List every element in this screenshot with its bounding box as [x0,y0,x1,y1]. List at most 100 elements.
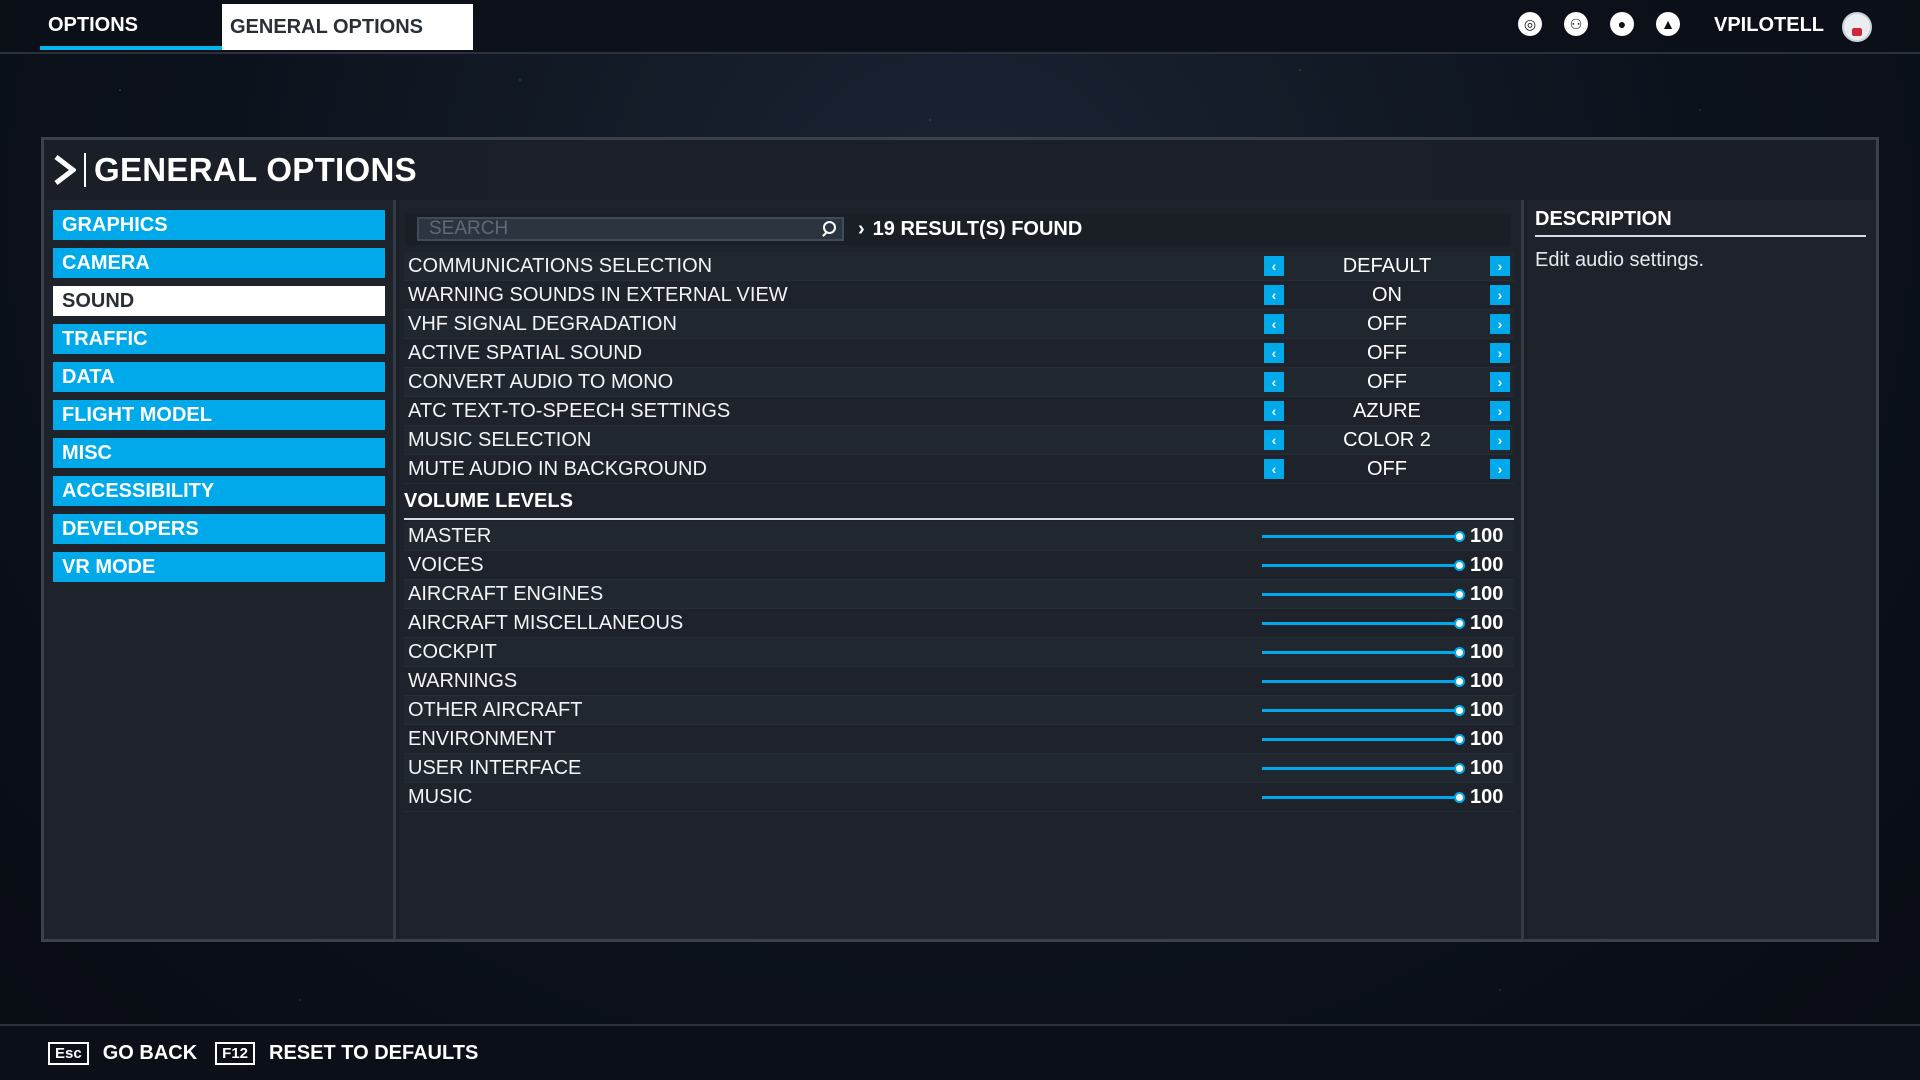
chevron-right-icon[interactable]: › [1490,372,1510,392]
section-title-volume: VOLUME LEVELS [404,484,1514,520]
setting-row[interactable]: COMMUNICATIONS SELECTION ‹ DEFAULT › [404,252,1514,281]
setting-selector: ‹ OFF › [1264,371,1510,394]
header-divider [84,153,86,187]
volume-row[interactable]: AIRCRAFT MISCELLANEOUS 100 [404,609,1514,638]
volume-slider[interactable] [1262,588,1465,600]
top-bar: OPTIONS GENERAL OPTIONS ◎ ⚇ ● ▲ VPILOTEL… [0,0,1920,54]
results-chevron-icon: › [858,217,865,240]
volume-slider[interactable] [1262,704,1465,716]
setting-row[interactable]: CONVERT AUDIO TO MONO ‹ OFF › [404,368,1514,397]
volume-row[interactable]: OTHER AIRCRAFT 100 [404,696,1514,725]
key-f12[interactable]: F12 [215,1041,256,1065]
profile-icon[interactable]: ● [1610,12,1634,36]
search-box[interactable] [417,217,844,241]
chevron-left-icon[interactable]: ‹ [1264,314,1284,334]
category-graphics[interactable]: GRAPHICS [53,210,385,240]
category-camera[interactable]: CAMERA [53,248,385,278]
category-flight-model[interactable]: FLIGHT MODEL [53,400,385,430]
slider-handle[interactable] [1454,530,1465,542]
options-panel: GENERAL OPTIONS GRAPHICS CAMERA SOUND TR… [41,137,1879,942]
volume-slider[interactable] [1262,791,1465,803]
slider-handle[interactable] [1454,704,1465,716]
volume-row[interactable]: AIRCRAFT ENGINES 100 [404,580,1514,609]
volume-row[interactable]: VOICES 100 [404,551,1514,580]
category-vr-mode[interactable]: VR MODE [53,552,385,582]
go-back-button[interactable]: GO BACK [103,1042,197,1065]
setting-value: ON [1372,283,1402,306]
volume-row[interactable]: COCKPIT 100 [404,638,1514,667]
slider-handle[interactable] [1454,762,1465,774]
notifications-icon[interactable]: ▲ [1656,12,1680,36]
category-sound[interactable]: SOUND [53,286,385,316]
chevron-right-icon[interactable]: › [1490,343,1510,363]
slider-handle[interactable] [1454,791,1465,803]
chevron-left-icon[interactable]: ‹ [1264,256,1284,276]
chevron-right-icon[interactable]: › [1490,401,1510,421]
slider-handle[interactable] [1454,646,1465,658]
slider-handle[interactable] [1454,588,1465,600]
reset-defaults-button[interactable]: RESET TO DEFAULTS [269,1042,478,1065]
category-accessibility[interactable]: ACCESSIBILITY [53,476,385,506]
setting-selector: ‹ OFF › [1264,458,1510,481]
volume-slider[interactable] [1262,733,1465,745]
setting-row[interactable]: ACTIVE SPATIAL SOUND ‹ OFF › [404,339,1514,368]
slider-handle[interactable] [1454,559,1465,571]
setting-row[interactable]: MUTE AUDIO IN BACKGROUND ‹ OFF › [404,455,1514,484]
settings-list: › 19 RESULT(S) FOUND COMMUNICATIONS SELE… [399,200,1524,939]
volume-row[interactable]: MUSIC 100 [404,783,1514,812]
username[interactable]: VPILOTELL [1714,14,1824,37]
chevron-right-icon[interactable]: › [1490,430,1510,450]
chevron-left-icon[interactable]: ‹ [1264,430,1284,450]
tab-general-options[interactable]: GENERAL OPTIONS [222,4,473,50]
volume-label: COCKPIT [408,640,497,663]
volume-slider[interactable] [1262,675,1465,687]
key-esc[interactable]: Esc [48,1041,89,1065]
volume-slider[interactable] [1262,617,1465,629]
volume-row[interactable]: USER INTERFACE 100 [404,754,1514,783]
chevron-left-icon[interactable]: ‹ [1264,372,1284,392]
volume-row[interactable]: ENVIRONMENT 100 [404,725,1514,754]
category-traffic[interactable]: TRAFFIC [53,324,385,354]
chevron-right-icon[interactable]: › [1490,256,1510,276]
category-misc[interactable]: MISC [53,438,385,468]
category-data[interactable]: DATA [53,362,385,392]
volume-slider[interactable] [1262,762,1465,774]
chevron-right-icon[interactable]: › [1490,459,1510,479]
activity-icon[interactable]: ◎ [1518,12,1542,36]
volume-row[interactable]: WARNINGS 100 [404,667,1514,696]
setting-row[interactable]: ATC TEXT-TO-SPEECH SETTINGS ‹ AZURE › [404,397,1514,426]
volume-slider[interactable] [1262,530,1465,542]
setting-label: MUSIC SELECTION [408,428,592,451]
volume-slider[interactable] [1262,559,1465,571]
search-icon[interactable] [820,221,836,237]
slider-handle[interactable] [1454,617,1465,629]
setting-row[interactable]: WARNING SOUNDS IN EXTERNAL VIEW ‹ ON › [404,281,1514,310]
chevron-left-icon[interactable]: ‹ [1264,401,1284,421]
category-developers[interactable]: DEVELOPERS [53,514,385,544]
setting-row[interactable]: MUSIC SELECTION ‹ COLOR 2 › [404,426,1514,455]
volume-label: WARNINGS [408,669,518,692]
chevron-left-icon[interactable]: ‹ [1264,343,1284,363]
chevron-right-icon[interactable]: › [1490,285,1510,305]
chevron-right-icon[interactable]: › [1490,314,1510,334]
friends-icon[interactable]: ⚇ [1564,12,1588,36]
setting-label: ACTIVE SPATIAL SOUND [408,341,643,364]
tab-options[interactable]: OPTIONS [40,4,222,50]
slider-handle[interactable] [1454,675,1465,687]
chevron-left-icon[interactable]: ‹ [1264,285,1284,305]
volume-row[interactable]: MASTER 100 [404,522,1514,551]
setting-value: COLOR 2 [1343,428,1431,451]
setting-row[interactable]: VHF SIGNAL DEGRADATION ‹ OFF › [404,310,1514,339]
chevron-left-icon[interactable]: ‹ [1264,459,1284,479]
setting-selector: ‹ OFF › [1264,313,1510,336]
description-panel: DESCRIPTION Edit audio settings. [1527,200,1876,939]
description-title: DESCRIPTION [1535,208,1866,237]
avatar[interactable] [1842,12,1872,42]
search-row: › 19 RESULT(S) FOUND [405,213,1511,245]
volume-slider[interactable] [1262,646,1465,658]
setting-selector: ‹ DEFAULT › [1264,255,1510,278]
volume-value: 100 [1470,669,1504,692]
slider-handle[interactable] [1454,733,1465,745]
search-input[interactable] [429,218,809,240]
setting-value: DEFAULT [1342,254,1432,277]
